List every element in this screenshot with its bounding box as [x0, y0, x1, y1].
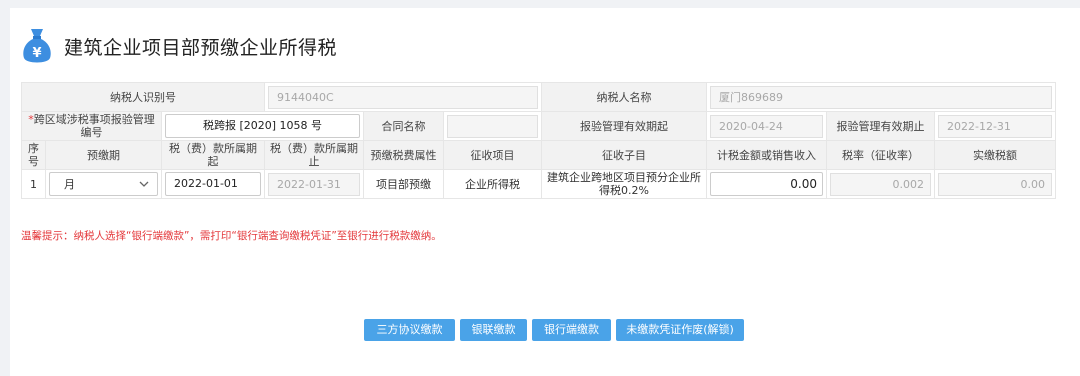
page-title: 建筑企业项目部预缴企业所得税 [64, 36, 338, 59]
taxpayer-row: 纳税人识别号 9144040C 纳税人名称 厦门869689 [21, 82, 1056, 112]
col-tax: 实缴税额 [934, 140, 1056, 170]
taxpayer-name-label: 纳税人名称 [541, 82, 707, 112]
col-rate: 税率（征收率） [826, 140, 935, 170]
valid-to-label: 报验管理有效期止 [826, 111, 935, 141]
tax-form-table: 纳税人识别号 9144040C 纳税人名称 厦门869689 *跨区域涉税事项报… [21, 82, 1056, 199]
amount-input[interactable]: 0.00 [710, 172, 823, 196]
rate-field: 0.002 [830, 172, 931, 196]
contract-name-label: 合同名称 [363, 111, 444, 141]
cert-no-label: *跨区域涉税事项报验管理编号 [21, 111, 162, 141]
start-date-input[interactable]: 2022-01-01 [165, 172, 261, 196]
chevron-down-icon [139, 181, 149, 187]
taxpayer-name-field: 厦门869689 [710, 85, 1052, 109]
column-header-row: 序号 预缴期 税（费）款所属期起 税（费）款所属期止 预缴税费属性 征收项目 征… [21, 140, 1056, 170]
col-attr: 预缴税费属性 [363, 140, 444, 170]
period-select[interactable]: 月 [49, 172, 158, 196]
col-item: 征收项目 [443, 140, 542, 170]
table-row: 1 月 2022-01-01 2022-01-31 项目部预缴 企业所得税 建筑… [21, 169, 1056, 199]
col-end: 税（费）款所属期止 [264, 140, 364, 170]
col-start: 税（费）款所属期起 [161, 140, 265, 170]
valid-from-label: 报验管理有效期起 [541, 111, 707, 141]
col-amount: 计税金额或销售收入 [706, 140, 827, 170]
col-seq: 序号 [21, 140, 46, 170]
void-voucher-button[interactable]: 未缴款凭证作废(解锁) [616, 319, 744, 341]
row-item: 企业所得税 [443, 169, 542, 199]
warning-tip: 温馨提示：纳税人选择“银行端缴款”，需打印“银行端查询缴税凭证”至银行进行税款缴… [21, 230, 442, 242]
row-attr: 项目部预缴 [363, 169, 444, 199]
tripartite-pay-button[interactable]: 三方协议缴款 [364, 319, 455, 341]
bank-pay-button[interactable]: 银行端缴款 [532, 319, 611, 341]
cert-no-input[interactable]: 税跨报 [2020] 1058 号 [165, 114, 360, 138]
row-seq: 1 [21, 169, 46, 199]
contract-name-field [447, 114, 538, 138]
valid-from-field: 2020-04-24 [710, 114, 823, 138]
col-period: 预缴期 [45, 140, 162, 170]
col-subitem: 征收子目 [541, 140, 707, 170]
period-value: 月 [64, 177, 75, 191]
end-date-field: 2022-01-31 [268, 172, 360, 196]
page-header: ¥ 建筑企业项目部预缴企业所得税 [22, 26, 337, 66]
yuan-glyph: ¥ [32, 46, 41, 61]
unionpay-button[interactable]: 银联缴款 [460, 319, 527, 341]
tax-field: 0.00 [938, 172, 1052, 196]
row-subitem: 建筑企业跨地区项目预分企业所得税0.2% [541, 169, 707, 199]
taxpayer-id-label: 纳税人识别号 [21, 82, 265, 112]
money-bag-icon: ¥ [22, 26, 52, 66]
certificate-row: *跨区域涉税事项报验管理编号 税跨报 [2020] 1058 号 合同名称 报验… [21, 111, 1056, 141]
taxpayer-id-field: 9144040C [268, 85, 538, 109]
valid-to-field: 2022-12-31 [938, 114, 1052, 138]
